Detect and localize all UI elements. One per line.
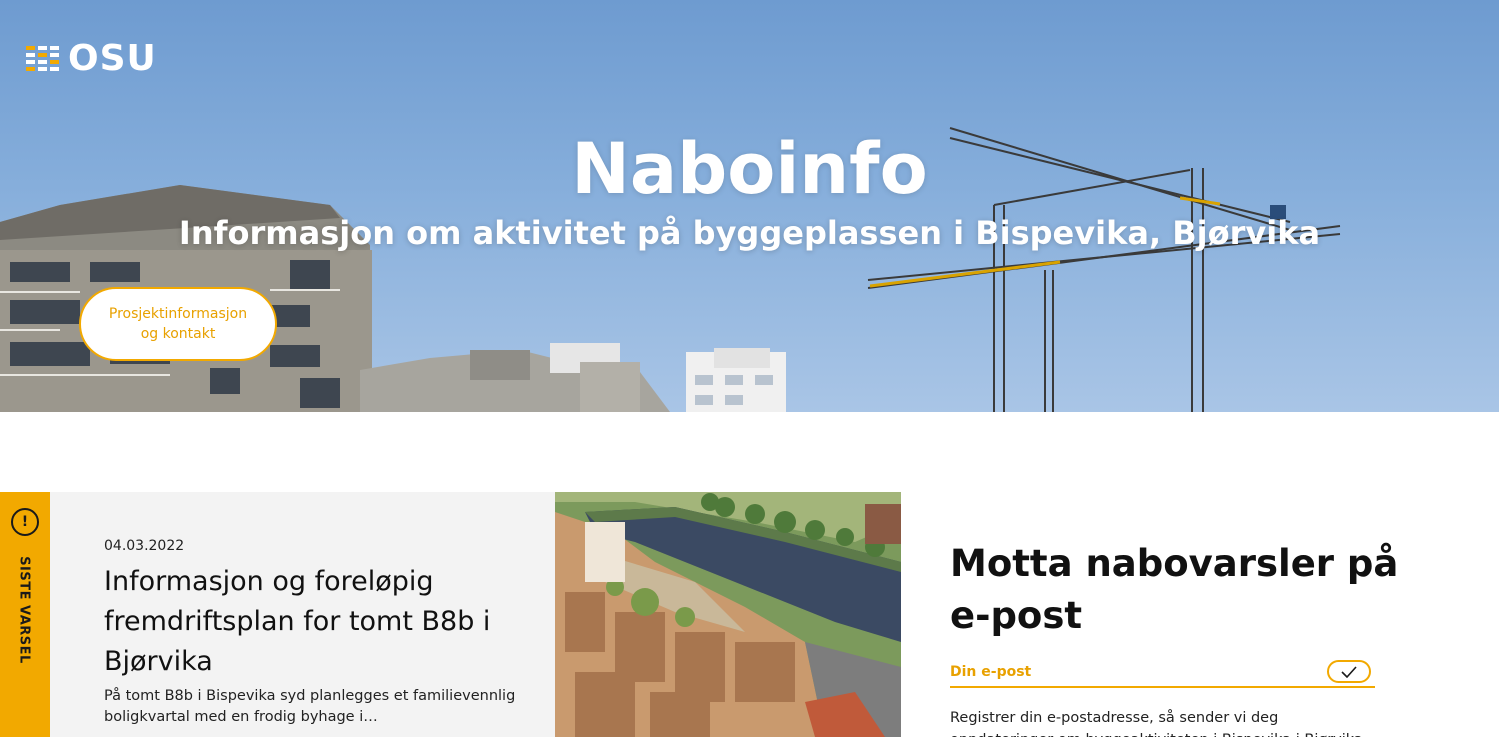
notice-excerpt: På tomt B8b i Bispevika syd planlegges e… xyxy=(104,688,516,725)
email-field-group xyxy=(950,656,1375,688)
osu-logo-icon xyxy=(26,43,60,75)
hero-subtitle: Informasjon om aktivitet på byggeplassen… xyxy=(178,214,1321,252)
latest-notice-tab-label: SISTE VARSEL xyxy=(16,556,32,664)
notice-image-aerial-render[interactable] xyxy=(555,492,901,737)
osu-logo[interactable]: OSU xyxy=(26,38,157,79)
newsletter-title: Motta nabovarsler på e-post xyxy=(950,542,1399,637)
logo-text: OSU xyxy=(68,38,157,79)
alert-icon: ! xyxy=(11,508,39,536)
project-info-contact-button[interactable]: Prosjektinformasjon og kontakt xyxy=(79,287,277,361)
hero-title: Naboinfo xyxy=(571,128,928,210)
hero-banner: OSU Naboinfo Informasjon om aktivitet på… xyxy=(0,0,1499,412)
aerial-render-image xyxy=(555,492,901,737)
newsletter-description: Registrer din e-postadresse, så sender v… xyxy=(950,710,1367,737)
email-input[interactable] xyxy=(950,660,1310,684)
check-icon xyxy=(1341,665,1357,678)
notice-date: 04.03.2022 xyxy=(104,538,185,554)
notice-title[interactable]: Informasjon og foreløpig fremdriftsplan … xyxy=(104,562,534,682)
subscribe-button[interactable] xyxy=(1327,660,1371,683)
